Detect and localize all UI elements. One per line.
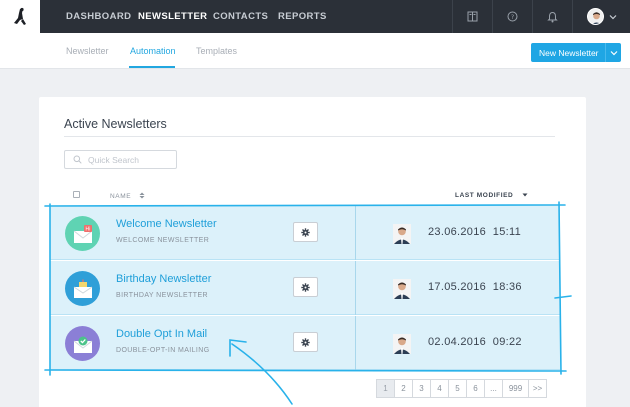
last-modified-date: 02.04.2016 09:22	[428, 336, 522, 348]
last-modified-date: 23.06.2016 15:11	[428, 226, 521, 238]
time-value: 18:36	[492, 281, 522, 293]
newsletter-name[interactable]: Welcome Newsletter	[116, 218, 217, 230]
select-all-checkbox[interactable]	[73, 191, 80, 198]
book-icon-button[interactable]	[452, 0, 492, 33]
column-modified-label: LAST MODIFIED	[455, 192, 514, 199]
sort-desc-icon	[522, 193, 528, 197]
pagination: 1 2 3 4 5 6 ... 999 >>	[376, 379, 547, 398]
row-divider	[355, 206, 356, 260]
column-name-label: NAME	[110, 193, 132, 200]
nav-contacts[interactable]: CONTACTS	[213, 0, 268, 33]
settings-button[interactable]	[293, 222, 318, 242]
active-tab-indicator	[129, 66, 175, 68]
help-icon: ?	[507, 11, 518, 22]
new-newsletter-dropdown[interactable]	[605, 43, 621, 62]
time-value: 15:11	[492, 226, 521, 238]
nav-dashboard[interactable]: DASHBOARD	[66, 0, 131, 33]
svg-text:?: ?	[511, 13, 514, 21]
time-value: 09:22	[492, 336, 522, 348]
settings-button[interactable]	[293, 332, 318, 352]
book-icon	[467, 11, 478, 22]
newsletter-list: Hi Welcome Newsletter WELCOME NEWSLETTER…	[50, 206, 560, 370]
chevron-down-icon	[610, 50, 617, 55]
table-row[interactable]: Birthday Newsletter BIRTHDAY NEWSLETTER …	[50, 261, 560, 315]
svg-text:Hi: Hi	[85, 226, 90, 232]
row-divider	[355, 316, 356, 370]
newsletter-subtitle: DOUBLE-OPT-IN MAILING	[116, 347, 210, 354]
avatar	[393, 334, 411, 354]
welcome-envelope-icon: Hi	[65, 216, 100, 251]
title-divider	[64, 136, 555, 137]
tab-newsletter[interactable]: Newsletter	[66, 33, 109, 69]
gear-icon	[301, 337, 310, 347]
logo-figure-icon	[14, 7, 26, 25]
settings-button[interactable]	[293, 277, 318, 297]
newsletter-subtitle: WELCOME NEWSLETTER	[116, 237, 210, 244]
column-header-name[interactable]: NAME	[110, 192, 145, 200]
page-next-button[interactable]: >>	[528, 379, 547, 398]
gear-icon	[301, 282, 310, 292]
avatar	[393, 279, 411, 299]
card-title: Active Newsletters	[64, 117, 167, 131]
page-button[interactable]: 5	[448, 379, 467, 398]
new-newsletter-button[interactable]: New Newsletter	[531, 43, 621, 62]
user-avatar	[586, 8, 604, 25]
date-value: 17.05.2016	[428, 281, 487, 293]
sort-icon	[139, 192, 145, 199]
nav-newsletter[interactable]: NEWSLETTER	[138, 0, 207, 33]
top-navigation-bar: DASHBOARD NEWSLETTER CONTACTS REPORTS ?	[0, 0, 630, 33]
date-value: 23.06.2016	[428, 226, 487, 238]
page-button-current[interactable]: 1	[376, 379, 395, 398]
page-button[interactable]: 2	[394, 379, 413, 398]
bell-icon	[547, 11, 558, 22]
row-divider	[355, 261, 356, 315]
page-ellipsis: ...	[484, 379, 503, 398]
last-modified-date: 17.05.2016 18:36	[428, 281, 522, 293]
tab-templates[interactable]: Templates	[196, 33, 237, 69]
search-placeholder: Quick Search	[88, 154, 140, 165]
birthday-envelope-icon	[65, 271, 100, 306]
newsletter-name[interactable]: Birthday Newsletter	[116, 273, 211, 285]
search-icon	[73, 155, 82, 164]
check-envelope-icon	[65, 326, 100, 361]
app-logo[interactable]	[0, 0, 40, 33]
page-button[interactable]: 3	[412, 379, 431, 398]
avatar	[393, 224, 411, 244]
gear-icon	[301, 227, 310, 237]
date-value: 02.04.2016	[428, 336, 487, 348]
tab-automation[interactable]: Automation	[130, 33, 176, 69]
quick-search-input[interactable]: Quick Search	[64, 150, 177, 169]
help-icon-button[interactable]: ?	[492, 0, 532, 33]
nav-reports[interactable]: REPORTS	[278, 0, 327, 33]
table-row[interactable]: Double Opt In Mail DOUBLE-OPT-IN MAILING…	[50, 316, 560, 370]
page-button[interactable]: 4	[430, 379, 449, 398]
newsletter-name[interactable]: Double Opt In Mail	[116, 328, 207, 340]
newsletter-subtitle: BIRTHDAY NEWSLETTER	[116, 292, 209, 299]
bell-icon-button[interactable]	[532, 0, 572, 33]
page-button-last[interactable]: 999	[502, 379, 529, 398]
page-button[interactable]: 6	[466, 379, 485, 398]
chevron-down-icon	[609, 14, 616, 19]
column-header-last-modified[interactable]: LAST MODIFIED	[455, 192, 528, 199]
new-newsletter-label: New Newsletter	[539, 47, 599, 58]
table-row[interactable]: Hi Welcome Newsletter WELCOME NEWSLETTER…	[50, 206, 560, 260]
user-menu[interactable]	[572, 0, 630, 33]
